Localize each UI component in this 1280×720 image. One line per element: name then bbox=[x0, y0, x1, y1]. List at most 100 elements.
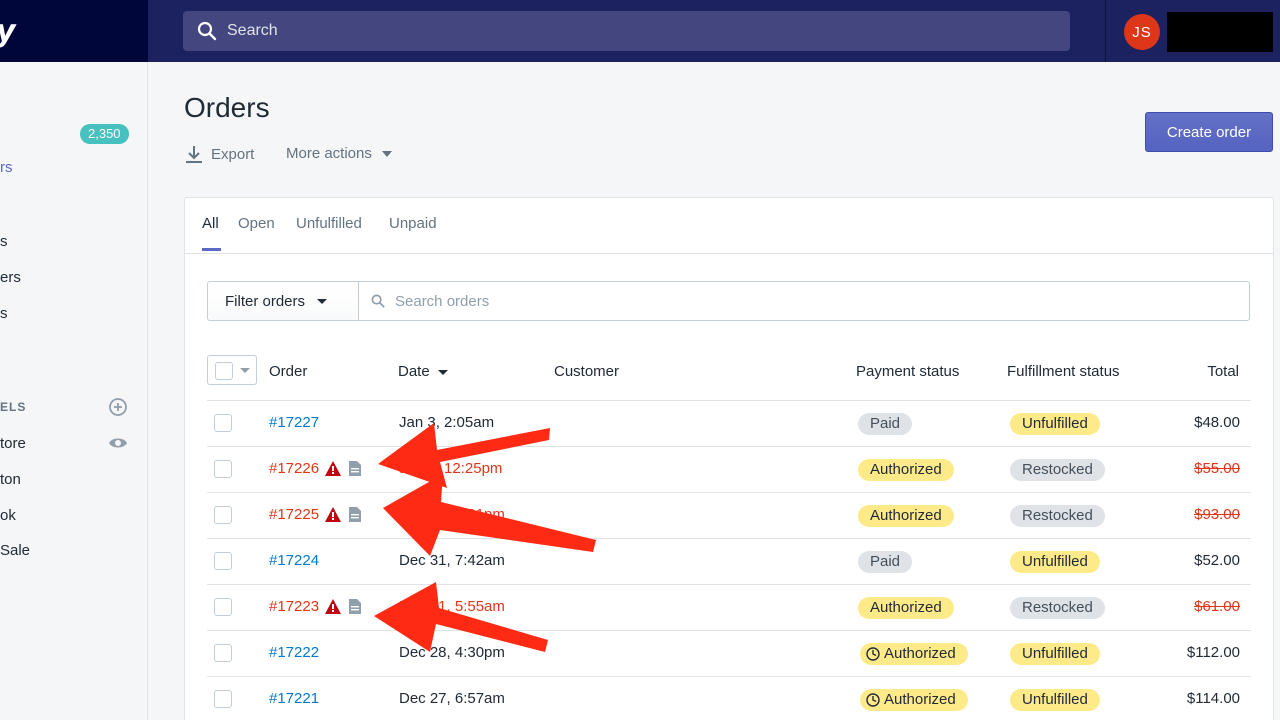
tab-unfulfilled[interactable]: Unfulfilled bbox=[296, 215, 362, 232]
order-total: $52.00 bbox=[1194, 552, 1240, 569]
payment-status-badge: Authorized bbox=[858, 505, 954, 527]
fulfillment-status-badge: Restocked bbox=[1010, 505, 1105, 527]
chevron-down-icon bbox=[381, 150, 392, 157]
export-icon bbox=[186, 146, 202, 163]
order-date: Dec 28, 4:30pm bbox=[399, 644, 505, 661]
search-icon bbox=[371, 294, 385, 308]
export-button[interactable]: Export bbox=[185, 145, 254, 163]
fulfillment-status-badge: Unfulfilled bbox=[1010, 551, 1100, 573]
search-orders-input[interactable]: Search orders bbox=[358, 281, 1250, 321]
order-number-link[interactable]: #17226 bbox=[269, 460, 362, 477]
tab-unpaid[interactable]: Unpaid bbox=[389, 215, 437, 232]
order-number-link[interactable]: #17222 bbox=[269, 644, 319, 661]
user-avatar[interactable]: JS bbox=[1124, 14, 1160, 50]
sidebar-item-products[interactable]: s bbox=[0, 233, 8, 250]
table-row[interactable]: #17227 Jan 3, 2:05am Paid Unfulfilled $48.00 bbox=[207, 400, 1251, 446]
order-number-link[interactable]: #17227 bbox=[269, 414, 319, 431]
create-order-button[interactable]: Create order bbox=[1145, 112, 1273, 152]
order-date: Dec 31, 4:01pm bbox=[399, 506, 505, 523]
payment-status-badge: Authorized bbox=[860, 689, 968, 711]
order-total: $61.00 bbox=[1194, 598, 1240, 615]
note-icon bbox=[349, 507, 362, 522]
row-checkbox[interactable] bbox=[214, 552, 232, 570]
order-number: #17221 bbox=[269, 690, 320, 707]
payment-status-label: Authorized bbox=[870, 599, 942, 616]
column-header-date-label: Date bbox=[398, 363, 430, 380]
payment-status-label: Authorized bbox=[870, 507, 942, 524]
column-header-total: Total bbox=[1207, 363, 1239, 380]
clock-icon bbox=[866, 647, 880, 661]
global-search-placeholder: Search bbox=[227, 22, 278, 39]
search-icon bbox=[197, 21, 217, 41]
payment-status-badge: Authorized bbox=[860, 643, 968, 665]
sidebar-channel-point-of-sale[interactable]: Sale bbox=[0, 542, 30, 559]
checkbox bbox=[215, 362, 233, 380]
sidebar bbox=[0, 62, 148, 720]
warning-icon bbox=[325, 599, 342, 614]
top-bar: y Search JS bbox=[0, 0, 1280, 62]
fulfillment-status-badge: Unfulfilled bbox=[1010, 643, 1100, 665]
order-date: Dec 31, 7:42am bbox=[399, 552, 505, 569]
payment-status-label: Authorized bbox=[884, 645, 956, 662]
sidebar-channel-facebook[interactable]: ok bbox=[0, 507, 16, 524]
table-row[interactable]: #17222 Dec 28, 4:30pm Authorized Unfulfille… bbox=[207, 630, 1251, 676]
tab-all[interactable]: All bbox=[202, 215, 219, 232]
sidebar-channel-online-store[interactable]: tore bbox=[0, 435, 26, 452]
eye-icon[interactable] bbox=[108, 433, 128, 453]
sidebar-channel-button[interactable]: ton bbox=[0, 471, 21, 488]
order-total: $112.00 bbox=[1186, 644, 1240, 661]
column-header-date[interactable]: Date bbox=[398, 363, 448, 380]
order-number: #17226 bbox=[269, 460, 320, 477]
fulfillment-status-badge: Restocked bbox=[1010, 597, 1105, 619]
select-all-checkbox[interactable] bbox=[207, 355, 257, 385]
orders-card: All Open Unfulfilled Unpaid Filter order… bbox=[184, 197, 1274, 720]
row-checkbox[interactable] bbox=[214, 460, 232, 478]
table-row[interactable]: #17225 Dec 31, 4:01pm Authorized Restocked $… bbox=[207, 492, 1251, 538]
row-checkbox[interactable] bbox=[214, 690, 232, 708]
row-checkbox[interactable] bbox=[214, 414, 232, 432]
clock-icon bbox=[866, 693, 880, 707]
order-number-link[interactable]: #17221 bbox=[269, 690, 319, 707]
payment-status-badge: Paid bbox=[858, 413, 913, 435]
brand-area[interactable]: y bbox=[0, 0, 148, 62]
order-number-link[interactable]: #17225 bbox=[269, 506, 362, 523]
redacted-store-name bbox=[1167, 12, 1273, 52]
page-title: Orders bbox=[184, 92, 270, 123]
order-number: #17225 bbox=[269, 506, 320, 523]
table-row[interactable]: #17224 Dec 31, 7:42am Paid Unfulfilled $52.0… bbox=[207, 538, 1251, 584]
payment-status-label: Authorized bbox=[884, 691, 956, 708]
order-number-link[interactable]: #17224 bbox=[269, 552, 319, 569]
note-icon bbox=[349, 599, 362, 614]
table-row[interactable]: #17221 Dec 27, 6:57am Authorized Unfulfille… bbox=[207, 676, 1251, 720]
order-number-link[interactable]: #17223 bbox=[269, 598, 362, 615]
table-row[interactable]: #17226 Jan 3, 12:25pm Authorized Restocked $… bbox=[207, 446, 1251, 492]
brand-logo: y bbox=[0, 14, 16, 49]
fulfillment-status-badge: Unfulfilled bbox=[1010, 413, 1100, 435]
more-actions-button[interactable]: More actions bbox=[286, 145, 392, 162]
row-checkbox[interactable] bbox=[214, 644, 232, 662]
warning-icon bbox=[325, 461, 342, 476]
topbar-divider bbox=[1105, 0, 1106, 62]
caret-down-icon bbox=[240, 368, 250, 373]
fulfillment-status-badge: Unfulfilled bbox=[1010, 689, 1100, 711]
fulfillment-status-badge: Restocked bbox=[1010, 459, 1105, 481]
payment-status-badge: Authorized bbox=[858, 459, 954, 481]
row-checkbox[interactable] bbox=[214, 598, 232, 616]
payment-status-badge: Authorized bbox=[858, 597, 954, 619]
tab-open[interactable]: Open bbox=[238, 215, 275, 232]
plus-circle-icon[interactable] bbox=[108, 397, 128, 417]
global-search-input[interactable]: Search bbox=[183, 11, 1070, 51]
filter-orders-button[interactable]: Filter orders bbox=[207, 281, 359, 321]
payment-status-label: Paid bbox=[870, 553, 901, 570]
sidebar-item-analytics[interactable]: s bbox=[0, 305, 8, 322]
filter-orders-label: Filter orders bbox=[225, 292, 306, 310]
table-row[interactable]: #17223 Dec 31, 5:55am Authorized Restocked $… bbox=[207, 584, 1251, 630]
order-date: Dec 27, 6:57am bbox=[399, 690, 505, 707]
column-header-order: Order bbox=[269, 363, 308, 380]
row-checkbox[interactable] bbox=[214, 506, 232, 524]
sidebar-item-orders[interactable]: rs bbox=[0, 159, 13, 176]
orders-tabs: All Open Unfulfilled Unpaid bbox=[185, 198, 1273, 254]
payment-status-label: Authorized bbox=[870, 461, 942, 478]
payment-status-label: Paid bbox=[870, 415, 901, 432]
sidebar-item-customers[interactable]: ers bbox=[0, 269, 21, 286]
